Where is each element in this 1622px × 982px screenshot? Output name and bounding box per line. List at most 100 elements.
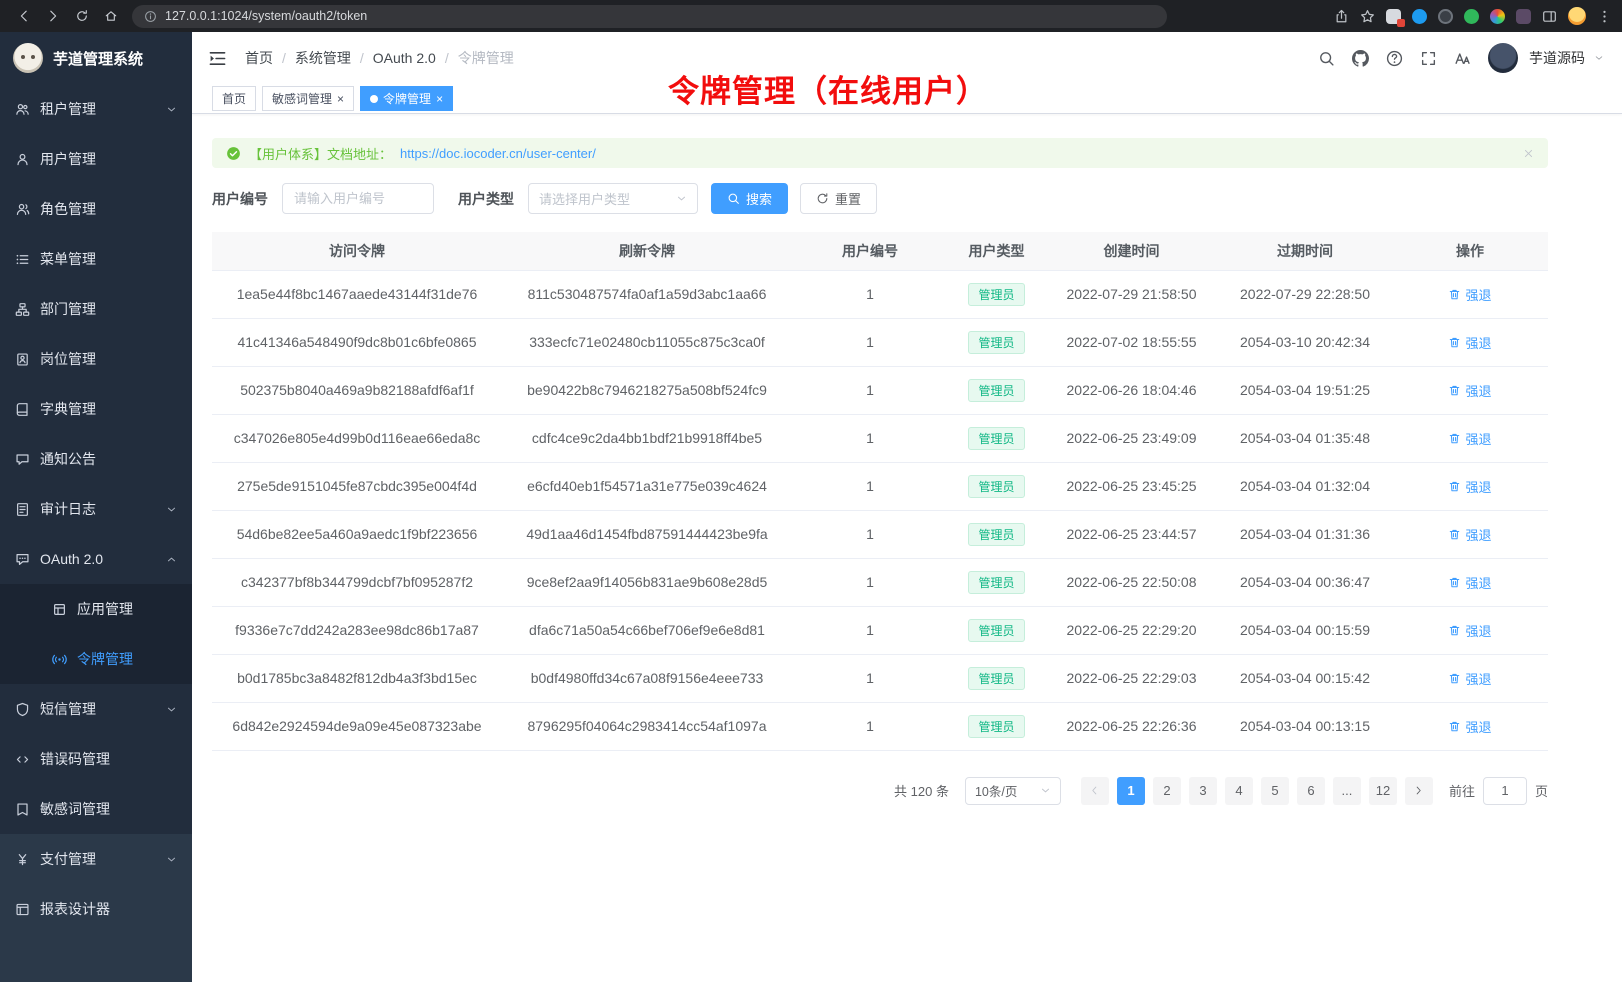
pagination-page-12[interactable]: 12 [1369,777,1397,805]
pagination-page-1[interactable]: 1 [1117,777,1145,805]
extensions-puzzle-icon[interactable] [1516,9,1531,24]
extension-icon[interactable] [1412,9,1427,24]
sidebar-item-dict[interactable]: 字典管理 [0,384,192,434]
trash-icon [1448,480,1461,493]
breadcrumb-item[interactable]: 系统管理 [295,48,351,68]
browser-profile-avatar[interactable] [1568,7,1586,25]
tab-home[interactable]: 首页 [212,86,256,111]
bookmark-star-icon[interactable] [1360,9,1375,24]
tab-oauth2-token[interactable]: 令牌管理× [360,86,453,111]
sidebar-item-role[interactable]: 角色管理 [0,184,192,234]
sidebar-item-tenant[interactable]: 租户管理 [0,84,192,134]
close-icon[interactable] [1523,148,1534,159]
github-icon[interactable] [1352,50,1369,67]
browser-menu-icon[interactable] [1597,9,1612,24]
expire-time-cell: 2054-03-10 20:42:34 [1218,318,1392,366]
sidebar-item-notice[interactable]: 通知公告 [0,434,192,484]
pagination-page-2[interactable]: 2 [1153,777,1181,805]
url-bar[interactable]: 127.0.0.1:1024/system/oauth2/token [132,5,1167,28]
force-logout-button[interactable]: 强退 [1448,333,1491,352]
pagination-prev-button[interactable] [1081,777,1109,805]
trash-icon [1448,288,1461,301]
app-logo-bar[interactable]: 芋道管理系统 [0,32,192,84]
force-logout-button[interactable]: 强退 [1448,285,1491,304]
tab-close-icon[interactable]: × [436,93,443,105]
side-panel-icon[interactable] [1542,9,1557,24]
sidebar-item-oauth2[interactable]: OAuth 2.0 [0,534,192,584]
chevron-down-icon [1040,785,1051,796]
user-type-select[interactable]: 请选择用户类型 [528,183,698,214]
page-size-select[interactable]: 10条/页 [965,777,1061,805]
collapse-sidebar-icon[interactable] [208,49,227,68]
site-info-icon[interactable] [144,10,157,23]
user-name[interactable]: 芋道源码 [1529,48,1585,68]
force-logout-button[interactable]: 强退 [1448,621,1491,640]
browser-back-button[interactable] [10,3,37,30]
force-logout-button[interactable]: 强退 [1448,717,1491,736]
sidebar-item-menu[interactable]: 菜单管理 [0,234,192,284]
sidebar-item-dept[interactable]: 部门管理 [0,284,192,334]
browser-forward-button[interactable] [39,3,66,30]
pagination-page-4[interactable]: 4 [1225,777,1253,805]
goto-page-input[interactable] [1483,777,1527,805]
user-type-tag: 管理员 [968,427,1024,450]
browser-reload-button[interactable] [68,3,95,30]
refresh-token-cell: 9ce8ef2aa9f14056b831ae9b608e28d5 [502,558,792,606]
extension-icon[interactable] [1438,9,1453,24]
force-logout-button[interactable]: 强退 [1448,477,1491,496]
table-header-row: 访问令牌刷新令牌用户编号用户类型创建时间过期时间操作 [212,232,1548,270]
tab-close-icon[interactable]: × [337,93,344,105]
force-logout-button[interactable]: 强退 [1448,669,1491,688]
help-icon[interactable] [1386,50,1403,67]
sidebar-item-error-code[interactable]: 错误码管理 [0,734,192,784]
force-logout-button[interactable]: 强退 [1448,525,1491,544]
fullscreen-icon[interactable] [1420,50,1437,67]
sidebar-item-sms[interactable]: 短信管理 [0,684,192,734]
search-icon[interactable] [1318,50,1335,67]
user-avatar[interactable] [1488,43,1518,73]
extension-icon[interactable] [1464,9,1479,24]
sidebar-item-user[interactable]: 用户管理 [0,134,192,184]
trash-icon [1448,624,1461,637]
share-icon[interactable] [1334,9,1349,24]
chevron-down-icon[interactable] [1594,53,1604,63]
font-size-icon[interactable] [1454,50,1471,67]
pagination-ellipsis[interactable]: ... [1333,777,1361,805]
action-cell: 强退 [1392,606,1548,654]
sidebar-item-oauth2-app[interactable]: 应用管理 [0,584,192,634]
refresh-token-cell: 49d1aa46d1454fbd87591444423be9fa [502,510,792,558]
user-id-input[interactable] [282,183,434,214]
search-button[interactable]: 搜索 [711,183,788,214]
sidebar-item-post[interactable]: 岗位管理 [0,334,192,384]
refresh-token-cell: e6cfd40eb1f54571a31e775e039c4624 [502,462,792,510]
pagination-page-6[interactable]: 6 [1297,777,1325,805]
sidebar-item-pay[interactable]: 支付管理 [0,834,192,884]
sidebar-item-report[interactable]: 报表设计器 [0,884,192,934]
breadcrumb-item[interactable]: OAuth 2.0 [373,50,436,66]
sidebar-item-oauth2-token[interactable]: 令牌管理 [0,634,192,684]
sidebar-item-audit-log[interactable]: 审计日志 [0,484,192,534]
reset-button[interactable]: 重置 [800,183,877,214]
extension-icon[interactable] [1386,9,1401,24]
browser-home-button[interactable] [97,3,124,30]
breadcrumb-item[interactable]: 首页 [245,48,273,68]
user-type-cell: 管理员 [948,318,1045,366]
sidebar-item-sensitive-word[interactable]: 敏感词管理 [0,784,192,834]
extension-icon[interactable] [1490,9,1505,24]
pagination-page-3[interactable]: 3 [1189,777,1217,805]
force-logout-button[interactable]: 强退 [1448,429,1491,448]
force-logout-button[interactable]: 强退 [1448,573,1491,592]
force-logout-button[interactable]: 强退 [1448,381,1491,400]
tab-sensitive-word[interactable]: 敏感词管理× [262,86,354,111]
force-logout-label: 强退 [1465,477,1491,496]
trash-icon [1448,336,1461,349]
access-token-cell: 54d6be82ee5a460a9aedc1f9bf223656 [212,510,502,558]
sidebar-item-label: 敏感词管理 [40,799,110,819]
pagination-next-button[interactable] [1405,777,1433,805]
chevron-right-icon [1413,785,1424,796]
main-content: 【用户体系】文档地址： https://doc.iocoder.cn/user-… [192,114,1622,982]
pagination-page-5[interactable]: 5 [1261,777,1289,805]
created-time-cell: 2022-06-25 22:26:36 [1045,702,1218,750]
user-id-filter: 用户编号 [212,183,434,214]
doc-link[interactable]: https://doc.iocoder.cn/user-center/ [400,146,596,161]
